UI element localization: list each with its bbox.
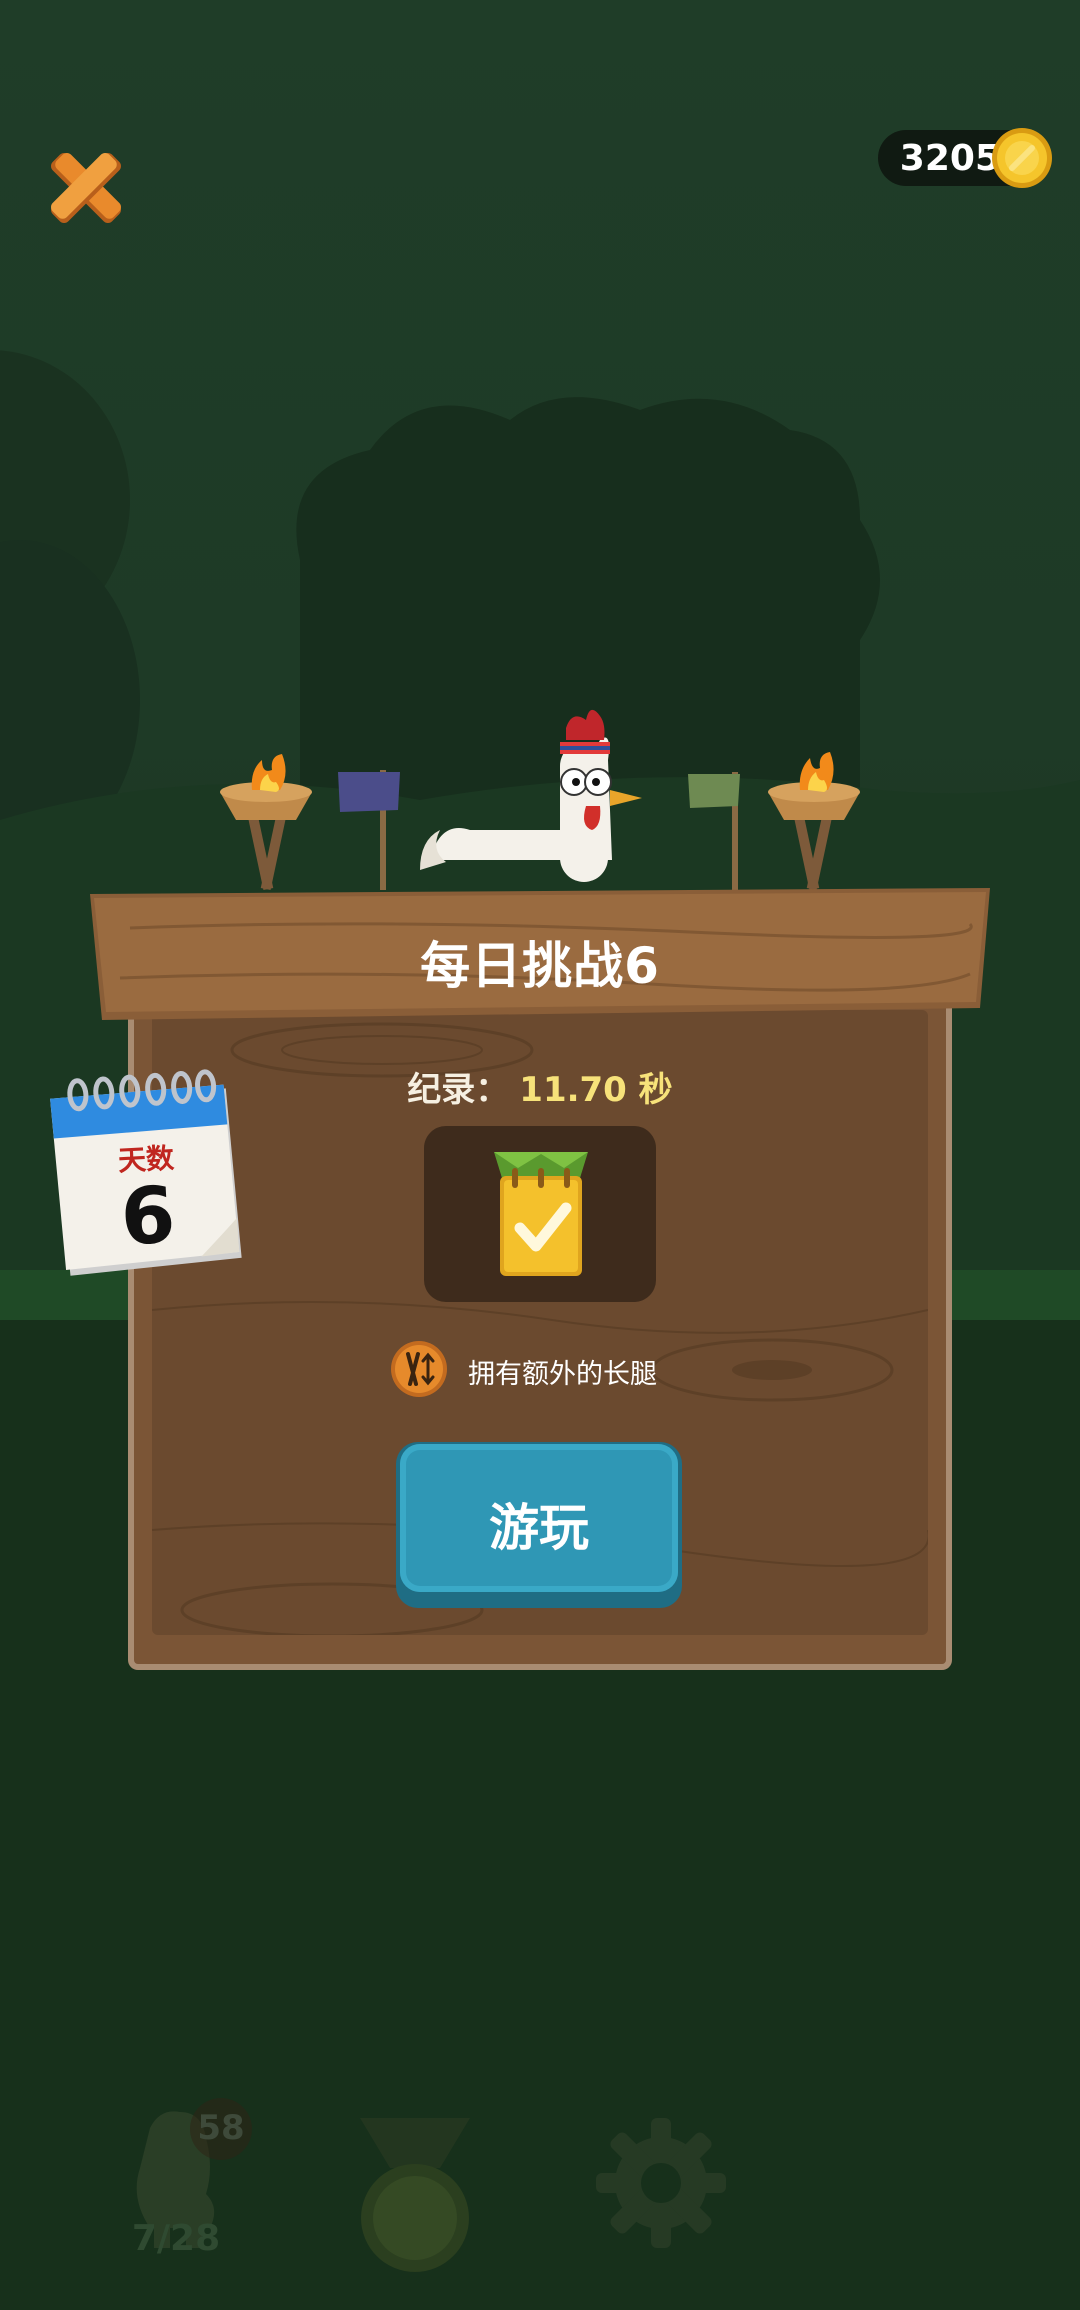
page-title: 每日挑战6 xyxy=(420,937,660,995)
gear-icon[interactable] xyxy=(596,2118,726,2248)
calendar-day-number: 6 xyxy=(118,1170,178,1264)
record-label: 纪录： xyxy=(407,1070,510,1110)
long-legs-icon xyxy=(391,1341,447,1397)
left-torch xyxy=(220,754,312,891)
reward-slot xyxy=(424,1126,656,1302)
play-button-face: 游玩 xyxy=(400,1444,678,1592)
perk-row: 拥有额外的长腿 xyxy=(390,1340,810,1400)
play-button[interactable]: 游玩 xyxy=(396,1442,682,1608)
medal-icon[interactable] xyxy=(350,2118,480,2278)
green-flag xyxy=(688,772,740,890)
scene-props xyxy=(220,709,860,891)
right-torch xyxy=(768,752,860,891)
collection-badge-count: 58 xyxy=(197,2108,245,2148)
play-button-label: 游玩 xyxy=(489,1499,589,1557)
collection-progress: 7/28 xyxy=(131,2218,221,2259)
perk-text: 拥有额外的长腿 xyxy=(468,1359,657,1390)
blue-flag xyxy=(338,770,400,890)
chicken-character xyxy=(420,709,642,882)
record-value: 11.70 秒 xyxy=(519,1070,673,1110)
calendar-check-icon xyxy=(494,1152,588,1276)
